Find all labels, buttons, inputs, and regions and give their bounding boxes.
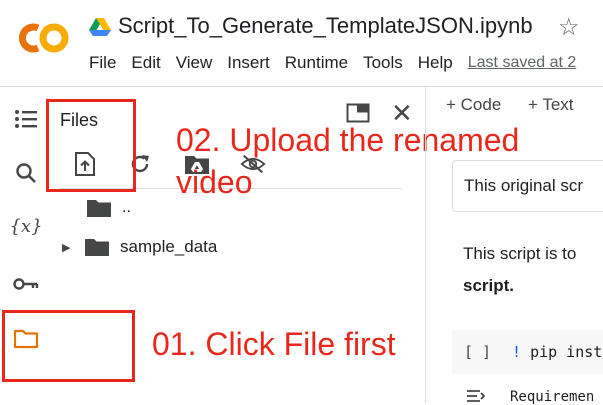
annotation-files-text: 01. Click File first: [152, 326, 396, 362]
notebook-title[interactable]: Script_To_Generate_TemplateJSON.ipynb: [118, 13, 533, 39]
variables-icon[interactable]: {x}: [9, 212, 42, 240]
menu-help[interactable]: Help: [418, 53, 453, 73]
add-code-button[interactable]: + Code: [446, 95, 501, 115]
code-bang: !: [512, 343, 522, 361]
add-text-button[interactable]: + Text: [528, 95, 574, 115]
annotation-upload-text: 02. Upload the renamed: [176, 122, 520, 158]
file-tree-parent-row[interactable]: ..: [86, 198, 131, 218]
menu-runtime[interactable]: Runtime: [285, 53, 348, 73]
colab-logo[interactable]: [16, 20, 72, 56]
last-saved-link[interactable]: Last saved at 2: [468, 54, 577, 73]
parent-dir-label: ..: [122, 199, 131, 216]
folder-label: sample_data: [120, 237, 218, 256]
menu-edit[interactable]: Edit: [131, 53, 160, 73]
search-icon[interactable]: [12, 159, 40, 187]
menu-view[interactable]: View: [176, 53, 213, 73]
markdown-text: This script is to: [463, 244, 577, 263]
menu-file[interactable]: File: [89, 53, 116, 73]
expand-caret-icon[interactable]: ▶: [62, 241, 74, 254]
table-of-contents-icon[interactable]: [12, 105, 40, 133]
code-cell-content[interactable]: ! pip inst: [512, 343, 602, 361]
google-drive-icon: [89, 18, 111, 36]
code-command: pip inst: [530, 343, 603, 361]
menu-insert[interactable]: Insert: [227, 53, 270, 73]
menu-tools[interactable]: Tools: [363, 53, 403, 73]
maximize-panel-icon[interactable]: [346, 103, 370, 123]
header-divider: [0, 86, 603, 87]
output-toggle-icon[interactable]: [466, 389, 486, 403]
markdown-bold-text: script.: [463, 276, 515, 295]
file-tree-folder-row[interactable]: ▶ sample_data: [62, 237, 217, 257]
key-icon[interactable]: [12, 270, 40, 298]
menu-bar: File Edit View Insert Runtime Tools Help…: [89, 53, 591, 73]
annotation-box-upload: [46, 99, 136, 192]
folder-icon: [85, 239, 109, 256]
annotation-upload-text-cont: video: [176, 164, 253, 200]
run-cell-button[interactable]: [ ]: [464, 343, 491, 361]
annotation-box-files: [2, 310, 135, 382]
pane-separator[interactable]: [425, 87, 426, 403]
star-icon[interactable]: ☆: [558, 13, 580, 42]
folder-icon: [87, 200, 111, 217]
text-cell-content: This original scr: [464, 176, 584, 195]
